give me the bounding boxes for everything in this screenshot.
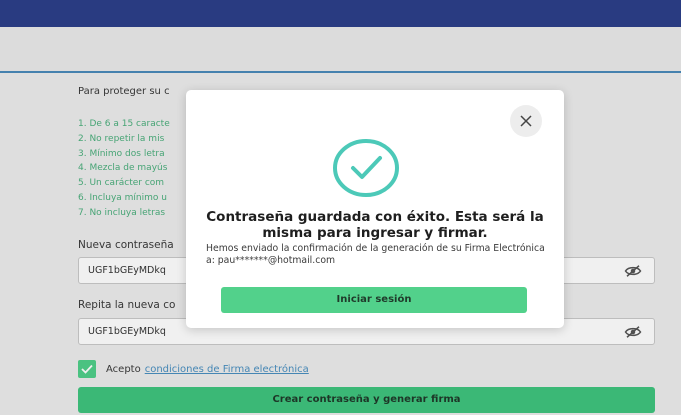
close-icon [520, 115, 532, 127]
check-circle-icon [333, 139, 399, 197]
close-button[interactable] [510, 105, 542, 137]
success-modal: Contraseña guardada con éxito. Esta será… [186, 90, 564, 328]
login-button[interactable]: Iniciar sesión [221, 287, 527, 313]
modal-message: Hemos enviado la confirmación de la gene… [206, 243, 545, 266]
modal-title: Contraseña guardada con éxito. Esta será… [206, 209, 544, 241]
